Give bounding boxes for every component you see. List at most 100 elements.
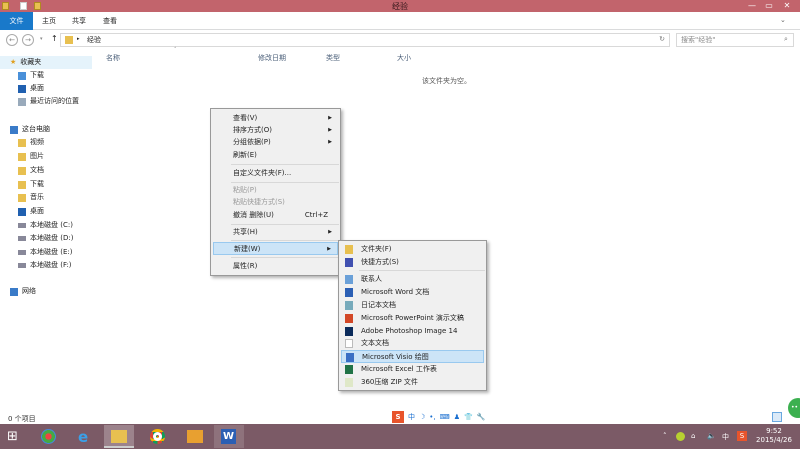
drive-icon — [18, 236, 26, 241]
menu-item-properties[interactable]: 属性(R) — [213, 260, 338, 273]
app-icon — [41, 429, 56, 444]
nav-drive-e[interactable]: 本地磁盘 (E:) — [18, 246, 72, 259]
nav-documents[interactable]: 文档 — [18, 164, 44, 177]
new-zip-file[interactable]: 360压缩 ZIP 文件 — [341, 376, 484, 389]
powerpoint-icon — [345, 314, 353, 323]
visio-icon — [346, 353, 354, 362]
nav-recent[interactable]: 最近访问的位置 — [18, 95, 79, 108]
breadcrumb[interactable]: 经验 — [87, 35, 101, 45]
back-button[interactable]: ← — [6, 34, 18, 46]
column-name[interactable]: 名称 — [106, 53, 120, 63]
app-icon — [187, 430, 203, 443]
menu-item-group[interactable]: 分组依据(P) ▶ — [213, 136, 338, 149]
recent-dropdown[interactable]: ▾ — [40, 36, 43, 42]
tab-home[interactable]: 主页 — [36, 15, 62, 27]
new-visio-drawing[interactable]: Microsoft Visio 绘图 — [341, 350, 484, 363]
text-file-icon — [345, 339, 353, 348]
refresh-icon[interactable]: ↻ — [659, 35, 665, 43]
nav-drive-f[interactable]: 本地磁盘 (F:) — [18, 259, 72, 272]
menu-item-share[interactable]: 共享(H) ▶ — [213, 226, 338, 239]
nav-pane: ★ 收藏夹 下载 桌面 最近访问的位置 这台电脑 视频 图片 文档 下载 音乐 桌… — [0, 54, 100, 414]
address-bar[interactable]: ▸ 经验 ↻ — [60, 33, 670, 47]
chevron-right-icon: ▶ — [328, 139, 332, 145]
new-text-document[interactable]: 文本文档 — [341, 337, 484, 350]
chevron-right-icon: ▶ — [327, 246, 331, 252]
maximize-button[interactable]: ▭ — [762, 0, 776, 12]
taskbar-word[interactable]: W — [214, 425, 244, 448]
nav-drive-d[interactable]: 本地磁盘 (D:) — [18, 232, 73, 245]
clock-date: 2015/4/26 — [756, 436, 792, 444]
forward-button[interactable]: → — [22, 34, 34, 46]
menu-item-undo-delete[interactable]: 撤消 删除(U) Ctrl+Z — [213, 209, 338, 222]
download-icon — [18, 180, 26, 189]
menu-item-customize[interactable]: 自定义文件夹(F)... — [213, 167, 338, 180]
volume-icon[interactable]: 🔈 — [707, 432, 716, 440]
up-button[interactable]: ↑ — [51, 34, 58, 43]
nav-network[interactable]: 网络 — [10, 285, 36, 298]
skin-icon[interactable]: 👕 — [464, 413, 473, 421]
minimize-button[interactable]: — — [745, 0, 759, 12]
context-menu: 查看(V) ▶ 排序方式(O) ▶ 分组依据(P) ▶ 刷新(E) 自定义文件夹(F)… — [210, 108, 341, 276]
tray-app-icon[interactable] — [676, 432, 685, 441]
taskbar-chrome[interactable] — [142, 425, 172, 448]
menu-item-paste-shortcut[interactable]: 粘贴快捷方式(S) — [213, 196, 338, 209]
user-icon[interactable]: ♟ — [454, 413, 460, 421]
new-excel-worksheet[interactable]: Microsoft Excel 工作表 — [341, 363, 484, 376]
word-icon — [345, 288, 353, 297]
new-journal-document[interactable]: 日记本文档 — [341, 299, 484, 312]
input-language[interactable]: 中 — [722, 432, 729, 442]
network-icon[interactable]: ⌂ — [691, 432, 695, 440]
nav-music[interactable]: 音乐 — [18, 191, 44, 204]
nav-this-pc[interactable]: 这台电脑 — [10, 123, 50, 136]
menu-item-new[interactable]: 新建(W) ▶ — [213, 242, 338, 255]
column-type[interactable]: 类型 — [326, 53, 340, 63]
title-bar: 经验 — ▭ ✕ — [0, 0, 800, 12]
search-input[interactable]: 搜索"经验" — [676, 33, 794, 47]
keyboard-icon[interactable]: ⌨ — [440, 413, 450, 421]
punctuation-icon[interactable]: •, — [429, 413, 435, 421]
menu-item-refresh[interactable]: 刷新(E) — [213, 149, 338, 162]
tab-share[interactable]: 共享 — [66, 15, 92, 27]
expand-ribbon-icon[interactable]: ⌄ — [780, 16, 786, 24]
nav-pc-desktop[interactable]: 桌面 — [18, 205, 44, 218]
details-view-button[interactable] — [772, 412, 782, 422]
new-submenu: 文件夹(F) 快捷方式(S) 联系人 Microsoft Word 文档 日记本… — [338, 240, 487, 391]
nav-favorites[interactable]: ★ 收藏夹 — [0, 56, 92, 69]
new-contact[interactable]: 联系人 — [341, 273, 484, 286]
ie-icon: e — [78, 428, 89, 446]
nav-videos[interactable]: 视频 — [18, 136, 44, 149]
half-width-icon[interactable]: ☽ — [419, 413, 425, 421]
journal-icon — [345, 301, 353, 310]
clock[interactable]: 9:52 2015/4/26 — [752, 427, 796, 445]
column-date[interactable]: 修改日期 — [258, 53, 286, 63]
tab-file[interactable]: 文件 — [0, 12, 33, 30]
menu-separator — [359, 270, 485, 271]
column-size[interactable]: 大小 — [397, 53, 411, 63]
sogou-tray-icon[interactable]: S — [737, 431, 747, 441]
tab-view[interactable]: 查看 — [97, 15, 123, 27]
nav-downloads[interactable]: 下载 — [18, 69, 44, 82]
nav-pictures[interactable]: 图片 — [18, 150, 44, 163]
empty-folder-text: 该文件夹为空。 — [422, 77, 471, 85]
nav-drive-c[interactable]: 本地磁盘 (C:) — [18, 219, 73, 232]
start-button[interactable]: ⊞ — [7, 429, 23, 444]
show-hidden-icons[interactable]: ˄ — [663, 432, 667, 440]
new-word-document[interactable]: Microsoft Word 文档 — [341, 286, 484, 299]
settings-wrench-icon[interactable]: 🔧 — [477, 413, 486, 421]
new-folder[interactable]: 文件夹(F) — [341, 243, 484, 256]
taskbar-app-1[interactable] — [33, 425, 63, 448]
nav-desktop[interactable]: 桌面 — [18, 82, 44, 95]
taskbar-ie[interactable]: e — [71, 425, 101, 448]
ime-toolbar[interactable]: S 中 ☽ •, ⌨ ♟ 👕 🔧 — [392, 410, 500, 424]
word-icon: W — [221, 429, 236, 444]
nav-pc-downloads[interactable]: 下载 — [18, 178, 44, 191]
zip-icon — [345, 378, 353, 387]
floating-widget-icon[interactable]: •• — [788, 398, 800, 418]
new-shortcut[interactable]: 快捷方式(S) — [341, 256, 484, 269]
taskbar-explorer[interactable] — [104, 425, 134, 448]
close-button[interactable]: ✕ — [780, 0, 794, 12]
drive-icon — [18, 223, 26, 228]
search-icon: ⌕ — [784, 35, 788, 43]
new-powerpoint[interactable]: Microsoft PowerPoint 演示文稿 — [341, 312, 484, 325]
taskbar-app-5[interactable] — [180, 425, 210, 448]
